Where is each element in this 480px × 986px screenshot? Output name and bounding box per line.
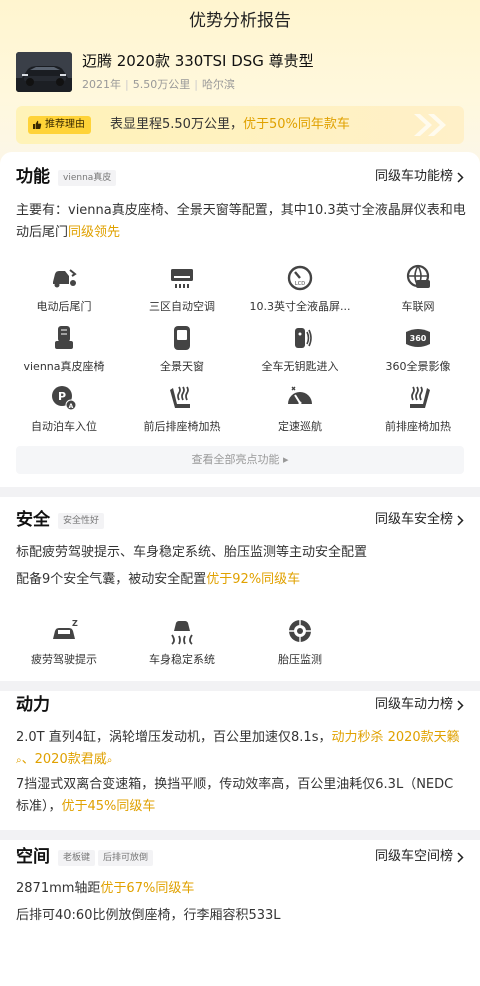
space-desc-2: 后排可40:60比例放倒座椅，行李厢容积533L (16, 908, 281, 923)
svg-text:LCD: LCD (295, 281, 305, 287)
feature-item[interactable]: 360 360全景影像 (358, 324, 478, 374)
safety-badge: 安全性好 (58, 513, 105, 529)
view-all-features-button[interactable]: 查看全部亮点功能 ▸ (16, 446, 464, 474)
section-gap (0, 830, 480, 840)
features-rank-link[interactable]: 同级车功能榜 (375, 167, 464, 187)
car-mileage: 5.50万公里 (132, 78, 191, 91)
feature-item[interactable]: 定速巡航 (240, 384, 360, 434)
space-badge-rear-fold: 后排可放倒 (98, 850, 154, 866)
space-desc-1: 2871mm轴距优于67%同级车 (16, 881, 195, 896)
camera-360-icon: 360 (406, 329, 430, 347)
recommend-text: 表显里程5.50万公里，优于50%同年款车 (110, 117, 350, 132)
sunroof-icon (174, 326, 190, 350)
power-rank-link[interactable]: 同级车动力榜 (375, 695, 464, 715)
space-section: 空间 老板键 后排可放倒 同级车空间榜 2871mm轴距优于67%同级车 后排可… (0, 840, 480, 986)
car-thumbnail (16, 52, 72, 92)
safety-item[interactable]: Z 疲劳驾驶提示 (4, 617, 124, 667)
safety-section: 安全 安全性好 同级车安全榜 标配疲劳驾驶提示、车身稳定系统、胎压监测等主动安全… (0, 497, 480, 681)
power-desc-2: 7挡湿式双离合变速箱，换挡平顺，传动效率高，百公里油耗仅6.3L（NEDC标准）… (16, 777, 454, 814)
tire-pressure-icon (289, 620, 311, 642)
feature-item[interactable]: 三区自动空调 (122, 264, 242, 314)
auto-parking-icon: PA (52, 386, 77, 411)
safety-desc-2: 配备9个安全气囊，被动安全配置优于92%同级车 (16, 572, 301, 587)
car-city: 哈尔滨 (201, 78, 235, 91)
car-year: 2021年 (82, 78, 121, 91)
feature-item[interactable]: 全景天窗 (122, 324, 242, 374)
safety-rank-link[interactable]: 同级车安全榜 (375, 510, 464, 530)
double-chevron-decor-icon (414, 114, 446, 136)
safety-desc-1: 标配疲劳驾驶提示、车身稳定系统、胎压监测等主动安全配置 (16, 545, 368, 560)
feature-item[interactable]: 前排座椅加热 (358, 384, 478, 434)
thumbs-up-icon (33, 120, 42, 129)
fatigue-icon: Z (53, 619, 78, 639)
recommend-reason-bar: 推荐理由 表显里程5.50万公里，优于50%同年款车 (16, 106, 464, 144)
space-badge-boss-key: 老板键 (58, 850, 96, 866)
features-badge: vienna真皮 (58, 170, 117, 186)
section-title-space: 空间 (16, 847, 50, 867)
feature-item[interactable]: 车联网 (358, 264, 478, 314)
cruise-icon (288, 386, 312, 405)
svg-text:Z: Z (72, 619, 78, 628)
leather-seat-icon (55, 326, 73, 349)
seat-heat-front-icon (410, 386, 430, 408)
climate-icon (171, 269, 193, 288)
chevron-right-icon (457, 699, 464, 711)
keyless-entry-icon (295, 328, 312, 348)
space-rank-link[interactable]: 同级车空间榜 (375, 847, 464, 867)
stability-icon (171, 621, 193, 645)
safety-item[interactable]: 胎压监测 (240, 617, 360, 667)
feature-item[interactable]: vienna真皮座椅 (4, 324, 124, 374)
car-name: 迈腾 2020款 330TSI DSG 尊贵型 (82, 52, 314, 70)
chevron-right-icon (457, 514, 464, 526)
lcd-gauge-icon: LCD (287, 265, 313, 291)
search-icon[interactable]: ⌕ (107, 755, 113, 766)
triangle-right-icon: ▸ (282, 453, 289, 466)
connected-car-icon (406, 264, 430, 288)
recommend-tag: 推荐理由 (28, 116, 91, 134)
section-title-safety: 安全 (16, 510, 50, 530)
feature-item[interactable]: 电动后尾门 (4, 264, 124, 314)
feature-item[interactable]: 前后排座椅加热 (122, 384, 242, 434)
power-section: 动力 同级车动力榜 2.0T 直列4缸，涡轮增压发动机，百公里加速仅8.1s，动… (0, 691, 480, 830)
features-section: 功能 vienna真皮 同级车功能榜 主要有：vienna真皮座椅、全景天窗等配… (0, 152, 480, 487)
page-title: 优势分析报告 (189, 11, 291, 31)
features-desc: 主要有：vienna真皮座椅、全景天窗等配置，其中10.3英寸全液晶屏仪表和电动… (16, 203, 466, 240)
svg-text:360: 360 (410, 334, 427, 343)
section-title-power: 动力 (16, 695, 50, 715)
seat-heat-icon (170, 386, 190, 408)
feature-item[interactable]: LCD 10.3英寸全液晶屏... (240, 264, 360, 314)
section-gap (0, 681, 480, 691)
feature-item[interactable]: 全车无钥匙进入 (240, 324, 360, 374)
feature-item[interactable]: PA 自动泊车入位 (4, 384, 124, 434)
chevron-right-icon (457, 171, 464, 183)
svg-text:A: A (69, 403, 74, 410)
car-meta: 2021年 | 5.50万公里 | 哈尔滨 (82, 78, 235, 91)
chevron-right-icon (457, 851, 464, 863)
svg-text:P: P (58, 390, 66, 403)
section-title-features: 功能 (16, 167, 50, 187)
safety-item[interactable]: 车身稳定系统 (122, 617, 242, 667)
power-desc-1: 2.0T 直列4缸，涡轮增压发动机，百公里加速仅8.1s，动力秒杀 2020款天… (16, 730, 460, 767)
section-gap (0, 487, 480, 497)
trunk-icon (53, 269, 77, 288)
